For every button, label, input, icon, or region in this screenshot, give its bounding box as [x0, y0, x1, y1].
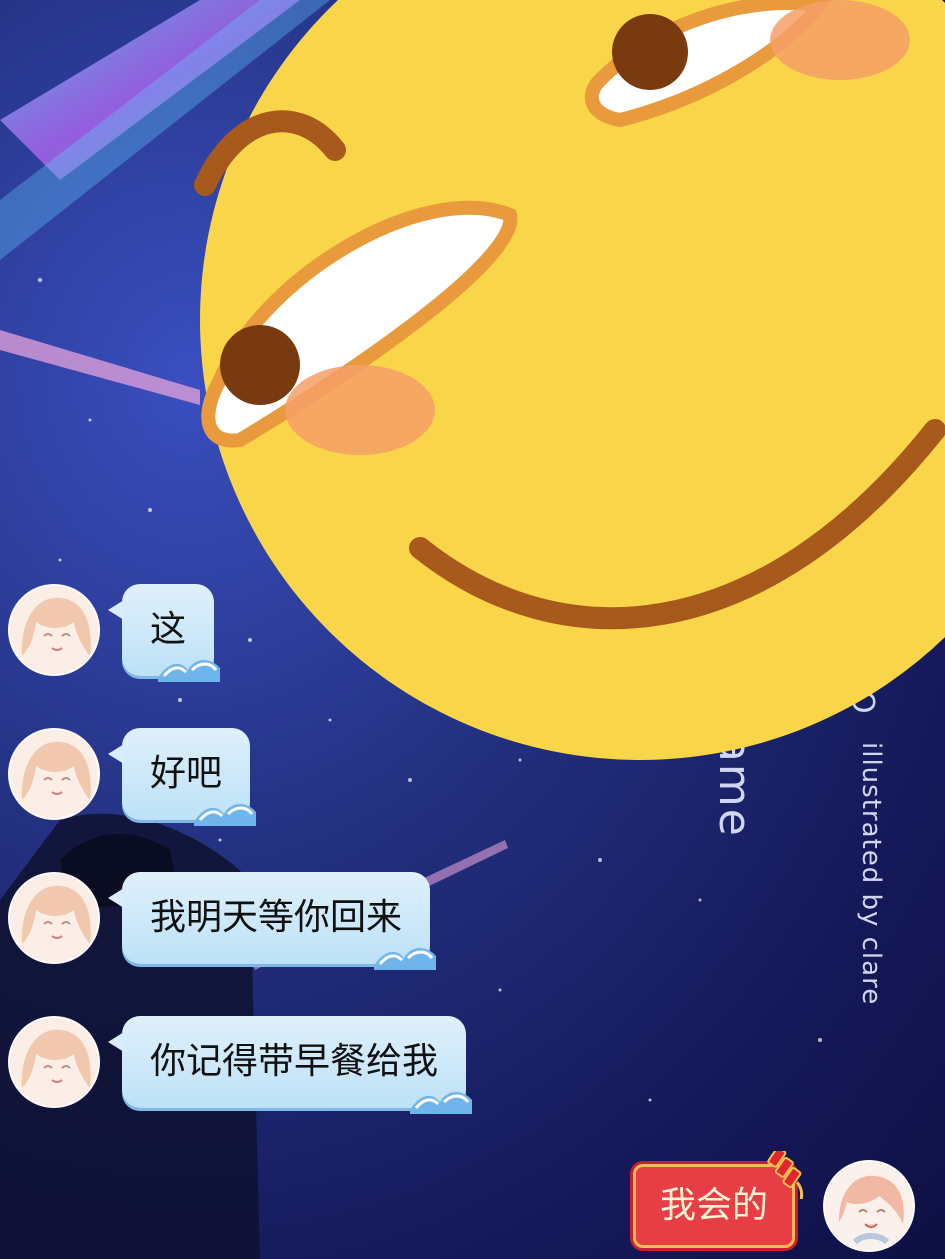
- my-message-bubble[interactable]: 我会的: [632, 1151, 804, 1248]
- firecracker-decoration-icon: [767, 1151, 804, 1199]
- my-message-text: 我会的: [659, 1185, 768, 1226]
- wave-decoration-icon: [194, 803, 257, 826]
- my-message-row: 我会的: [632, 1151, 915, 1252]
- message-bubble[interactable]: 我明天等你回来: [107, 872, 437, 970]
- my-avatar[interactable]: [823, 1160, 915, 1252]
- message-row: 你记得带早餐给我: [8, 1016, 473, 1114]
- message-text: 好吧: [150, 753, 223, 794]
- message-bubble[interactable]: 好吧: [107, 728, 257, 826]
- contact-avatar[interactable]: [8, 872, 100, 964]
- message-row: 好吧: [8, 728, 257, 826]
- contact-avatar[interactable]: [8, 584, 100, 676]
- wave-decoration-icon: [158, 659, 221, 682]
- message-row: 我明天等你回来: [8, 872, 437, 970]
- wave-decoration-icon: [410, 1091, 473, 1114]
- wallpaper-credit: illustrated by clare: [856, 742, 886, 1006]
- contact-avatar[interactable]: [8, 1016, 100, 1108]
- wallpaper-title: Name: [709, 700, 760, 838]
- wave-decoration-icon: [374, 947, 437, 970]
- contact-avatar[interactable]: [8, 728, 100, 820]
- message-text: 我明天等你回来: [150, 897, 403, 938]
- chat-screen: O Name illustrated by clare 这 好吧 我明天等你回来…: [0, 0, 945, 1259]
- message-text: 这: [150, 609, 187, 650]
- message-bubble[interactable]: 这: [107, 584, 221, 682]
- message-bubble[interactable]: 你记得带早餐给我: [107, 1016, 473, 1114]
- message-text: 你记得带早餐给我: [150, 1041, 439, 1082]
- wallpaper-mark: O: [845, 690, 880, 714]
- message-row: 这: [8, 584, 221, 682]
